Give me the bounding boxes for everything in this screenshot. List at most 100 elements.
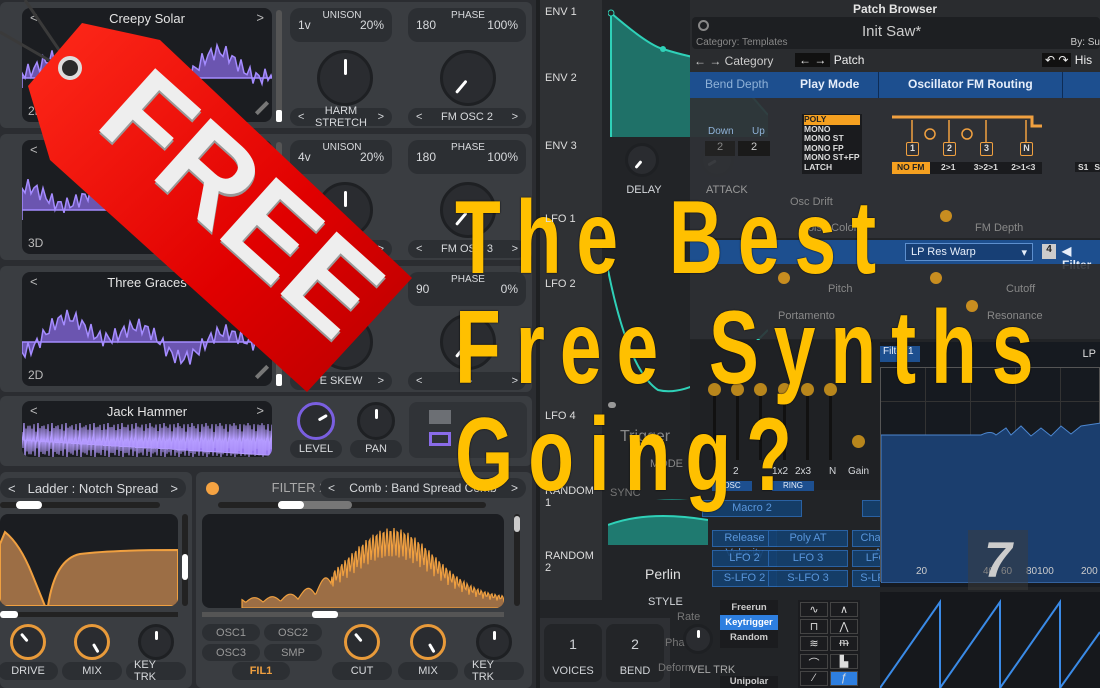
patch-nav[interactable]: ← → Patch (795, 53, 864, 67)
filter-knob-label: DRIVE (0, 662, 58, 680)
search-icon[interactable] (698, 20, 709, 31)
attack-label: ATTACK (706, 184, 748, 196)
mixer-label: N (829, 466, 837, 477)
formula-shape-icon[interactable]: ƒ (830, 670, 858, 686)
filter-knob[interactable] (10, 624, 46, 660)
filter-knob[interactable] (476, 624, 512, 660)
filter1-type-selector[interactable]: < Ladder : Notch Spread > (0, 478, 186, 498)
random-shape-icon[interactable]: ᵯ (830, 636, 858, 652)
loop-icon[interactable] (429, 432, 451, 446)
mod-tab[interactable]: ENV 2 (545, 72, 577, 84)
delay-knob[interactable] (625, 143, 659, 177)
gain-fader-knob[interactable] (852, 435, 865, 448)
filter-source-toggle[interactable]: OSC3 (202, 644, 260, 661)
mod-matrix-cell[interactable]: S-LFO 3 (768, 570, 848, 587)
random-style-label: STYLE (648, 596, 683, 608)
fm-routing-option[interactable]: NO FM (892, 162, 930, 174)
category-nav[interactable]: ← → Category (694, 54, 773, 68)
filter1-panel: < Ladder : Notch Spread > DRIVE MIX KEY TRK (0, 472, 192, 688)
fm-extra-option[interactable]: S (1094, 162, 1100, 172)
bend-up-field[interactable]: 2 (738, 141, 770, 156)
envelope-shape-icon[interactable]: ⌒ (800, 653, 828, 670)
filter-knob[interactable] (344, 624, 380, 660)
phase-percent: 100% (487, 18, 518, 32)
next-arrow-icon[interactable]: > (256, 403, 264, 418)
history-nav[interactable]: ↶ ↷ His (1042, 53, 1092, 67)
saw-waveform (880, 592, 1100, 688)
sine-shape-icon[interactable]: ∿ (800, 602, 828, 617)
headline-line-2: Free Synths (455, 290, 1049, 406)
filter1-blend-slider[interactable] (0, 501, 160, 509)
patch-name: Init Saw* (862, 23, 922, 40)
sample-display[interactable]: < Jack Hammer > (22, 401, 272, 457)
mod-tab-lfo-1[interactable]: LFO 1 (545, 213, 576, 225)
filter-number-badge: 4 (1042, 244, 1056, 259)
random-style-value[interactable]: Perlin (645, 566, 681, 582)
filter1-scrollbar[interactable] (182, 514, 188, 606)
ramp-shape-icon[interactable]: ⁄ (800, 670, 828, 686)
voices-box[interactable]: 1 VOICES (544, 624, 602, 682)
filter2-scrollbar[interactable] (514, 514, 520, 606)
bend-up-label: Up (752, 126, 765, 137)
mod-tab[interactable]: RANDOM 2 (545, 550, 602, 574)
fm-routing-header: Oscillator FM Routing (908, 77, 1033, 91)
noise-shape-icon[interactable]: ≋ (800, 636, 828, 652)
filter-source-toggle[interactable]: OSC2 (264, 624, 322, 641)
filter-knob[interactable] (74, 624, 110, 660)
sample-waveform (22, 423, 272, 457)
filter1-cutoff-slider[interactable] (0, 611, 178, 618)
mod-matrix-cell[interactable]: LFO 3 (768, 550, 848, 567)
keyboard-icon[interactable] (429, 410, 451, 424)
fm-routing-option[interactable]: 2>1<3 (1005, 162, 1043, 174)
play-mode-option[interactable]: LATCH (804, 162, 860, 173)
logo-7: 7 (968, 530, 1028, 590)
phase-label: PHASE (451, 142, 485, 153)
filter-source-active[interactable]: FIL1 (232, 662, 290, 680)
filter2-blend-slider[interactable] (218, 501, 486, 509)
fm-depth-slider-handle[interactable] (940, 210, 952, 222)
fm-routing-option[interactable]: 2>1 (930, 162, 968, 174)
square-shape-icon[interactable]: ⊓ (800, 619, 828, 635)
pan-label: PAN (350, 440, 402, 458)
headline-line-1: The Best (455, 180, 892, 296)
filter-source-toggle[interactable]: OSC1 (202, 624, 260, 641)
steps-shape-icon[interactable]: ▙ (830, 653, 858, 669)
trigger-mode-option[interactable]: Random (720, 630, 778, 645)
mixer-label: Gain (848, 466, 870, 477)
filter-knob[interactable] (410, 624, 446, 660)
trigger-mode-option[interactable]: Freerun (720, 600, 778, 615)
fm-operator-node: 2 (943, 142, 956, 156)
saw-down-shape-icon[interactable]: ⋀ (830, 619, 858, 635)
filter-knob-label: KEY TRK (126, 659, 186, 683)
filter-type-dropdown[interactable]: LP Res Warp ▾ (905, 243, 1033, 261)
level-knob[interactable] (297, 402, 335, 440)
patch-nav-label: Patch (833, 53, 865, 67)
mod-tab[interactable]: ENV 1 (545, 6, 577, 18)
filter-knob[interactable] (138, 624, 174, 660)
fm-operator-node: N (1020, 142, 1033, 156)
filter-source-toggle[interactable]: SMP (264, 644, 322, 661)
filter-type-value: LP Res Warp (911, 246, 976, 258)
deform-label: Deform (658, 662, 695, 674)
headline-line-3: Going? (455, 397, 807, 513)
bend-down-field[interactable]: 2 (705, 141, 735, 156)
triangle-shape-icon[interactable]: ∧ (830, 602, 858, 617)
filter2-cutoff-slider[interactable] (202, 611, 504, 618)
pan-knob[interactable] (357, 402, 395, 440)
vel-trk-knob[interactable] (683, 624, 713, 654)
bend-box[interactable]: 2 BEND (606, 624, 664, 682)
cutoff-slider-handle[interactable] (930, 272, 942, 284)
bend-value: 2 (631, 636, 639, 652)
trigger-mode-option[interactable]: Keytrigger (720, 615, 778, 630)
fm-routing-option[interactable]: 3>2>1 (967, 162, 1005, 174)
fm-operator-node: 1 (906, 142, 919, 156)
mod-matrix-cell[interactable]: Poly AT (768, 530, 848, 547)
osc-knob-2[interactable] (440, 50, 496, 106)
polarity-toggle[interactable]: Unipolar (720, 676, 778, 688)
filter2-power-toggle[interactable] (206, 482, 219, 495)
mod-tab[interactable]: ENV 3 (545, 140, 577, 152)
vel-trk-label: VEL TRK (690, 664, 736, 676)
spectrum-tick: 20 (916, 566, 928, 577)
fm-extra-option[interactable]: S1 (1078, 162, 1088, 172)
patch-search-box[interactable]: Init Saw* Category: Templates By: Su (692, 17, 1100, 49)
